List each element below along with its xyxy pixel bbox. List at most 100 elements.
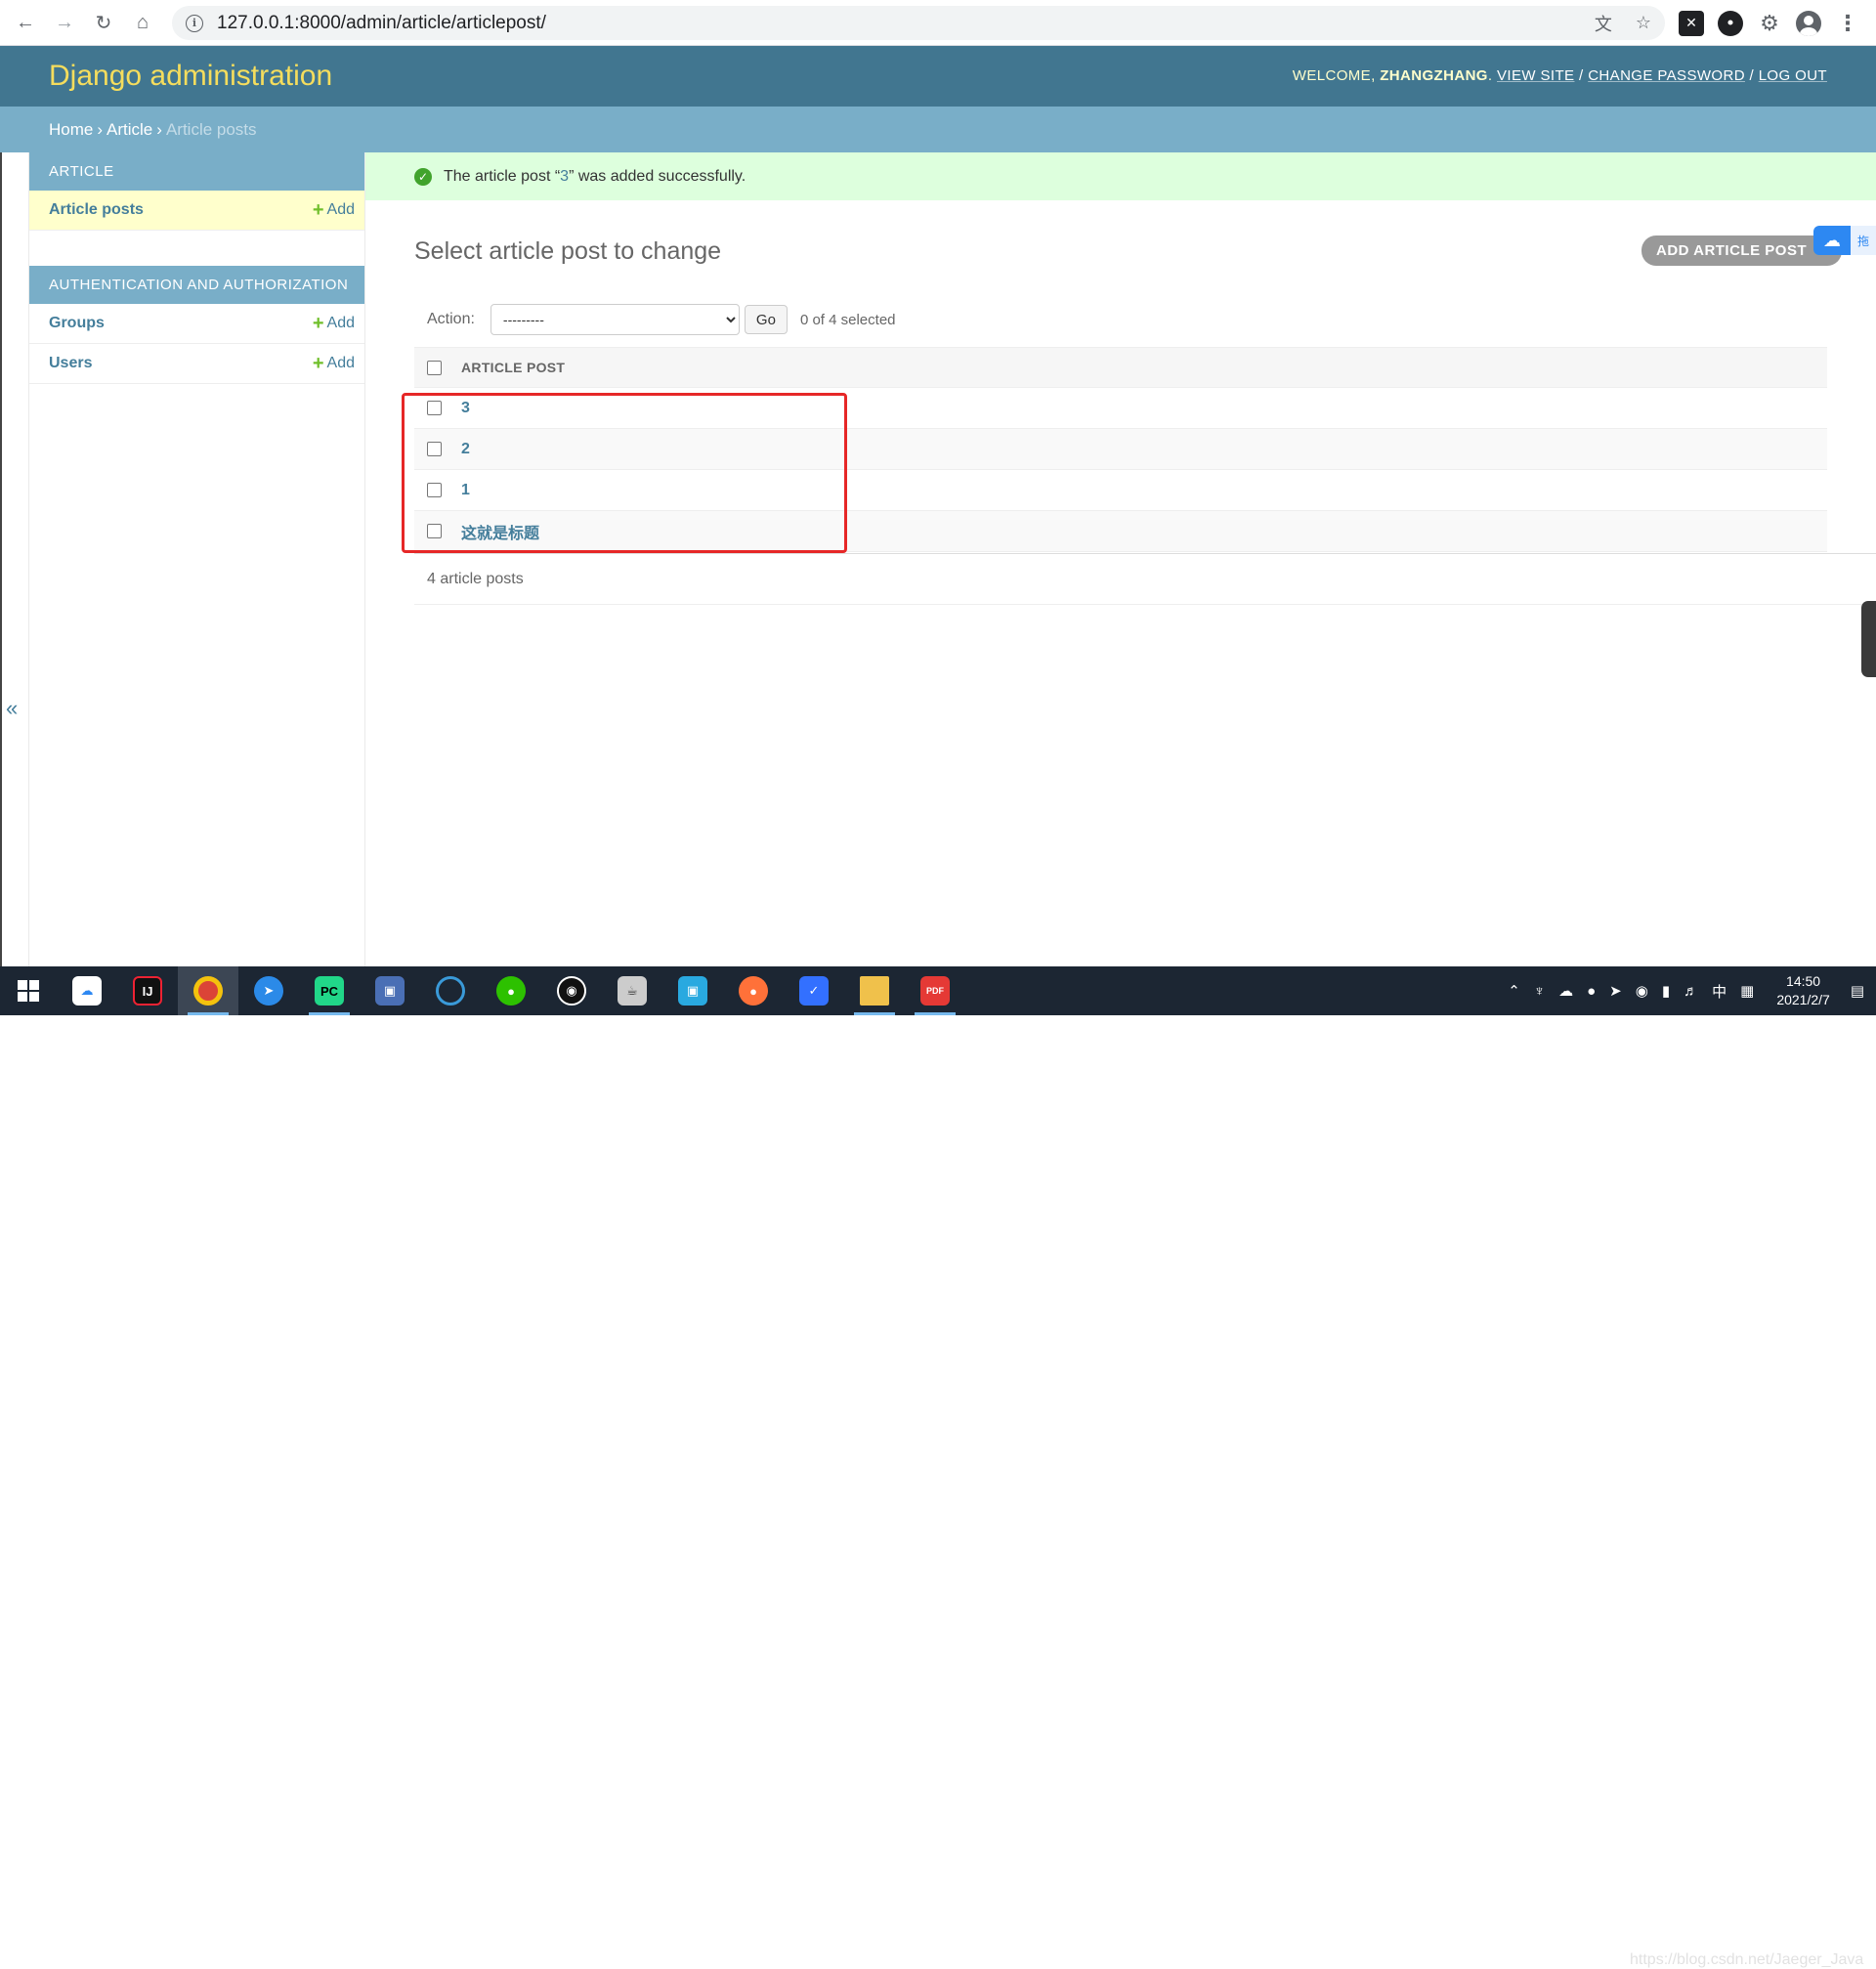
notification-center-icon[interactable]: ▤: [1851, 982, 1864, 1000]
tray-wechat-icon[interactable]: ●: [1587, 983, 1596, 1000]
add-article-post-button[interactable]: ADD ARTICLE POST +: [1642, 235, 1842, 266]
site-info-icon[interactable]: i: [186, 14, 203, 32]
tray-qq-icon[interactable]: ◉: [1636, 982, 1648, 1000]
tray-volume-icon[interactable]: ♬: [1684, 983, 1698, 1000]
profile-avatar-icon[interactable]: [1796, 10, 1821, 36]
message-prefix: The article post “: [444, 167, 561, 185]
reload-icon[interactable]: ↻: [84, 3, 123, 42]
home-icon[interactable]: ⌂: [123, 3, 162, 42]
tray-chevron-up-icon[interactable]: ⌃: [1508, 982, 1520, 1000]
taskbar-file-explorer-icon[interactable]: [844, 966, 905, 1015]
windows-start-icon[interactable]: [0, 966, 57, 1015]
sidebar-item-label[interactable]: Article posts: [49, 201, 144, 219]
clock-time: 14:50: [1786, 973, 1821, 989]
breadcrumb: Home › Article › Article posts: [0, 107, 1876, 152]
bookmark-star-icon[interactable]: ☆: [1636, 13, 1651, 33]
breadcrumb-article[interactable]: Article: [107, 120, 152, 140]
separator: /: [1579, 67, 1584, 84]
sidebar-item-label[interactable]: Groups: [49, 315, 105, 332]
floating-tab-label[interactable]: 拖: [1851, 226, 1876, 255]
sidebar-item-users: Users + Add: [29, 344, 364, 384]
plus-icon: +: [312, 199, 324, 221]
sidebar-item-article-posts: Article posts + Add: [29, 191, 364, 231]
taskbar-baidu-netdisk-icon[interactable]: ☁: [57, 966, 117, 1015]
forward-arrow-icon[interactable]: →: [45, 3, 84, 42]
taskbar-bird-app-icon[interactable]: ➤: [238, 966, 299, 1015]
message-object-link[interactable]: 3: [560, 168, 569, 186]
tray-ime-label[interactable]: 中: [1712, 981, 1727, 1002]
breadcrumb-current: Article posts: [165, 119, 257, 139]
tray-bird-icon[interactable]: ➤: [1609, 982, 1622, 1000]
selection-counter: 0 of 4 selected: [799, 311, 896, 328]
add-article-post-link[interactable]: + Add: [313, 200, 355, 220]
taskbar-remote-desktop-icon[interactable]: ▣: [360, 966, 420, 1015]
change-password-link[interactable]: CHANGE PASSWORD: [1588, 67, 1745, 84]
log-out-link[interactable]: LOG OUT: [1759, 67, 1827, 84]
red-annotation-box: [402, 393, 847, 553]
add-label: Add: [326, 355, 355, 371]
page-title: Select article post to change: [414, 237, 722, 265]
sidebar-collapse-strip[interactable]: «: [0, 152, 29, 966]
system-tray: ⌃ ♆ ☁ ● ➤ ◉ ▮ ♬ 中 ▦ 14:50 2021/2/7 ▤: [1501, 966, 1876, 1015]
back-arrow-icon[interactable]: ←: [6, 3, 45, 42]
sidebar-item-groups: Groups + Add: [29, 304, 364, 344]
taskbar-clock[interactable]: 14:50 2021/2/7: [1776, 972, 1830, 1009]
taskbar-pdf-icon[interactable]: PDF: [905, 966, 965, 1015]
tray-keyboard-icon[interactable]: ▦: [1740, 982, 1754, 1000]
add-label: Add: [326, 315, 355, 331]
sidebar-item-label[interactable]: Users: [49, 355, 92, 372]
taskbar-bag-app-icon[interactable]: ▣: [662, 966, 723, 1015]
tray-wifi-icon[interactable]: ♆: [1534, 983, 1545, 1000]
action-select[interactable]: ---------: [490, 304, 740, 335]
action-label: Action:: [427, 311, 475, 327]
taskbar-intellij-icon[interactable]: IJ: [117, 966, 178, 1015]
window-edge: [0, 152, 2, 966]
csdn-watermark: https://blog.csdn.net/Jaeger_Java: [1630, 1951, 1864, 1968]
address-url[interactable]: 127.0.0.1:8000/admin/article/articlepost…: [217, 13, 546, 34]
column-header-article-post[interactable]: ARTICLE POST: [461, 360, 565, 375]
taskbar-feishu-icon[interactable]: ✓: [784, 966, 844, 1015]
nav-sidebar: Article Article posts + Add Authenticati…: [29, 152, 365, 966]
add-label: Add: [326, 201, 355, 218]
success-message: ✓ The article post “3” was added success…: [365, 152, 1876, 200]
view-site-link[interactable]: VIEW SITE: [1497, 67, 1574, 84]
separator: /: [1749, 67, 1755, 84]
add-group-link[interactable]: + Add: [313, 314, 355, 333]
address-bar[interactable]: i 127.0.0.1:8000/admin/article/articlepo…: [172, 6, 1665, 40]
tray-netdisk-icon[interactable]: ☁: [1558, 982, 1573, 1000]
taskbar-qq-icon[interactable]: ◉: [541, 966, 602, 1015]
side-scroll-handle[interactable]: [1861, 601, 1876, 677]
taskbar-wechat-icon[interactable]: ●: [481, 966, 541, 1015]
taskbar-chrome-icon[interactable]: [178, 966, 238, 1015]
tray-battery-icon[interactable]: ▮: [1662, 982, 1670, 1000]
extensions-puzzle-icon[interactable]: ⚙: [1757, 11, 1782, 36]
module-caption[interactable]: Article: [29, 152, 364, 191]
add-user-link[interactable]: + Add: [313, 354, 355, 373]
browser-menu-icon[interactable]: ⋮: [1835, 11, 1860, 36]
extension-key-icon[interactable]: ⚫: [1718, 10, 1743, 36]
breadcrumb-separator: ›: [97, 119, 104, 139]
module-article: Article Article posts + Add: [29, 152, 364, 231]
taskbar-firefox-icon[interactable]: ●: [723, 966, 784, 1015]
taskbar-browser-icon[interactable]: [420, 966, 481, 1015]
browser-toolbar: ← → ↻ ⌂ i 127.0.0.1:8000/admin/article/a…: [0, 0, 1876, 46]
go-button[interactable]: Go: [744, 305, 788, 334]
site-branding[interactable]: Django administration: [49, 60, 332, 93]
plus-icon: +: [312, 353, 324, 374]
breadcrumb-home[interactable]: Home: [49, 120, 93, 140]
floating-cloud-widget[interactable]: ☁ 拖: [1813, 226, 1876, 255]
extension-x-icon[interactable]: ✕: [1679, 10, 1704, 36]
taskbar-pycharm-icon[interactable]: PC: [299, 966, 360, 1015]
module-caption[interactable]: Authentication and Authorization: [29, 266, 364, 304]
username: ZHANGZHANG: [1380, 67, 1488, 84]
taskbar-pot-app-icon[interactable]: ☕: [602, 966, 662, 1015]
paginator: 4 article posts: [414, 553, 1876, 605]
add-button-label: ADD ARTICLE POST: [1656, 242, 1808, 259]
actions-bar: Action: --------- Go 0 of 4 selected: [414, 303, 1827, 336]
select-all-checkbox[interactable]: [427, 360, 442, 375]
collapse-sidebar-icon[interactable]: «: [6, 696, 18, 721]
message-suffix: ” was added successfully.: [569, 167, 746, 185]
translate-icon[interactable]: 文: [1595, 11, 1612, 36]
cloud-icon[interactable]: ☁: [1813, 226, 1851, 255]
success-check-icon: ✓: [414, 167, 432, 186]
